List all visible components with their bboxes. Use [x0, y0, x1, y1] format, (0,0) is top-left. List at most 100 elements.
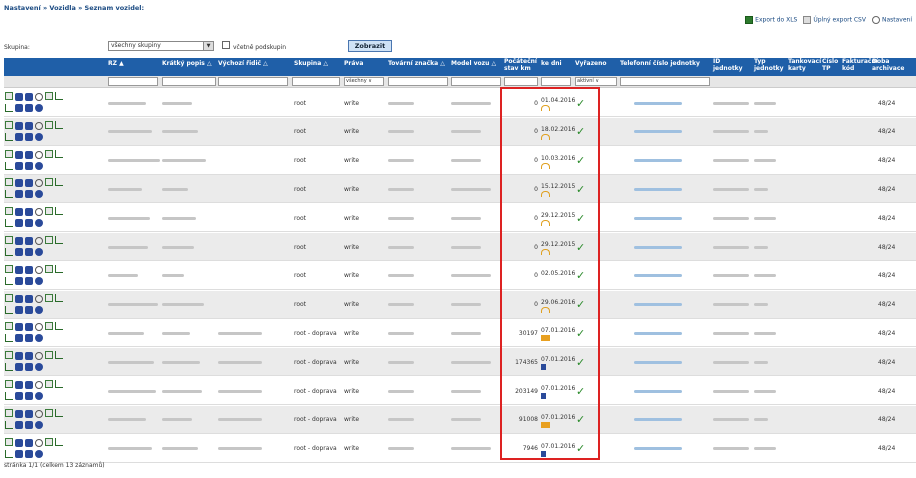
gear-icon[interactable]: [35, 276, 43, 285]
vehicle-icon[interactable]: [15, 237, 23, 245]
card-icon[interactable]: [45, 92, 53, 100]
vehicle-icon[interactable]: [15, 93, 23, 101]
vehicle-icon[interactable]: [15, 121, 23, 130]
col-model[interactable]: Model vozu △: [451, 60, 496, 68]
fleet-icon[interactable]: [25, 363, 33, 372]
key-icon[interactable]: [35, 381, 43, 389]
car-icon[interactable]: [15, 420, 23, 429]
car-icon[interactable]: [15, 392, 23, 400]
chart-icon[interactable]: [55, 408, 63, 417]
gear-icon[interactable]: [35, 219, 43, 228]
table-row[interactable]: root write 0 15.12.2015 ✓ 48/24: [4, 175, 916, 204]
chart-icon[interactable]: [55, 293, 63, 302]
route-icon[interactable]: [5, 449, 13, 458]
truck-icon[interactable]: [25, 93, 33, 101]
gear-icon[interactable]: [35, 420, 43, 429]
chart-icon[interactable]: [55, 120, 63, 129]
col-days[interactable]: ke dni: [541, 60, 562, 68]
edit-document-icon[interactable]: [5, 264, 13, 273]
key-icon[interactable]: [35, 237, 43, 245]
car-icon[interactable]: [15, 132, 23, 141]
edit-document-icon[interactable]: [5, 380, 13, 388]
edit-document-icon[interactable]: [5, 408, 13, 417]
car-icon[interactable]: [15, 305, 23, 314]
car-icon[interactable]: [15, 104, 23, 112]
vehicle-icon[interactable]: [15, 294, 23, 303]
col-unit-type[interactable]: Typ jednotky: [754, 58, 784, 72]
route-icon[interactable]: [5, 334, 13, 343]
key-icon[interactable]: [35, 438, 43, 447]
route-icon[interactable]: [5, 392, 13, 400]
key-icon[interactable]: [35, 93, 43, 101]
key-icon[interactable]: [35, 265, 43, 274]
fleet-icon[interactable]: [25, 449, 33, 458]
col-phone[interactable]: Telefonní číslo jednotky: [620, 60, 700, 68]
col-fuel-card[interactable]: Tankovací karty: [788, 58, 821, 72]
car-icon[interactable]: [15, 276, 23, 285]
car-icon[interactable]: [15, 248, 23, 256]
filter-days-input[interactable]: [541, 77, 571, 86]
fleet-icon[interactable]: [25, 305, 33, 314]
fleet-icon[interactable]: [25, 132, 33, 141]
filter-odometer-input[interactable]: [504, 77, 538, 86]
settings-link[interactable]: Nastavení: [871, 16, 912, 24]
edit-document-icon[interactable]: [5, 207, 13, 216]
edit-document-icon[interactable]: [5, 92, 13, 100]
edit-document-icon[interactable]: [5, 437, 13, 446]
col-rights[interactable]: Práva: [344, 60, 363, 68]
route-icon[interactable]: [5, 161, 13, 170]
table-row[interactable]: root write 0 02.05.2016 ✓ 48/24: [4, 262, 916, 290]
gear-icon[interactable]: [35, 449, 43, 458]
key-icon[interactable]: [35, 179, 43, 188]
card-icon[interactable]: [45, 120, 53, 129]
truck-icon[interactable]: [25, 208, 33, 217]
gear-icon[interactable]: [35, 161, 43, 170]
col-brand[interactable]: Tovární značka △: [388, 60, 445, 68]
chart-icon[interactable]: [55, 264, 63, 273]
gear-icon[interactable]: [35, 392, 43, 400]
table-row[interactable]: root write 0 29.12.2015 ✓ 48/24: [4, 233, 916, 261]
truck-icon[interactable]: [25, 179, 33, 188]
edit-document-icon[interactable]: [5, 120, 13, 129]
vehicle-icon[interactable]: [15, 438, 23, 447]
vehicle-icon[interactable]: [15, 352, 23, 361]
chart-icon[interactable]: [55, 236, 63, 244]
truck-icon[interactable]: [25, 438, 33, 447]
filter-group-input[interactable]: [292, 77, 340, 86]
key-icon[interactable]: [35, 150, 43, 159]
fleet-icon[interactable]: [25, 219, 33, 228]
table-row[interactable]: root write 0 01.04.2016 ✓ 48/24: [4, 89, 916, 117]
truck-icon[interactable]: [25, 409, 33, 418]
route-icon[interactable]: [5, 104, 13, 112]
route-icon[interactable]: [5, 132, 13, 141]
col-odometer[interactable]: Počáteční stav km: [504, 58, 540, 72]
subgroups-checkbox[interactable]: [222, 41, 230, 49]
col-archive[interactable]: Doba archivace: [872, 58, 912, 72]
car-icon[interactable]: [15, 219, 23, 228]
truck-icon[interactable]: [25, 265, 33, 274]
vehicle-icon[interactable]: [15, 265, 23, 274]
card-icon[interactable]: [45, 264, 53, 273]
col-rz[interactable]: RZ ▲: [108, 60, 124, 68]
truck-icon[interactable]: [25, 323, 33, 332]
filter-phone-input[interactable]: [620, 77, 710, 86]
table-row[interactable]: root - doprava write 30197 07.01.2016 ✓ …: [4, 319, 916, 348]
col-invoice-code[interactable]: Fakturační kód: [842, 58, 878, 72]
chart-icon[interactable]: [55, 380, 63, 388]
filter-discarded-select[interactable]: aktivní ∨: [575, 77, 617, 86]
truck-icon[interactable]: [25, 294, 33, 303]
chart-icon[interactable]: [55, 437, 63, 446]
group-select[interactable]: všechny skupiny ▼: [108, 41, 214, 51]
chart-icon[interactable]: [55, 149, 63, 158]
col-tp-number[interactable]: Číslo TP: [822, 58, 838, 72]
vehicle-icon[interactable]: [15, 409, 23, 418]
fleet-icon[interactable]: [25, 248, 33, 256]
show-button[interactable]: Zobrazit: [348, 40, 392, 52]
fleet-icon[interactable]: [25, 104, 33, 112]
card-icon[interactable]: [45, 236, 53, 244]
chart-icon[interactable]: [55, 178, 63, 187]
route-icon[interactable]: [5, 248, 13, 256]
gear-icon[interactable]: [35, 363, 43, 372]
chart-icon[interactable]: [55, 92, 63, 100]
fleet-icon[interactable]: [25, 420, 33, 429]
